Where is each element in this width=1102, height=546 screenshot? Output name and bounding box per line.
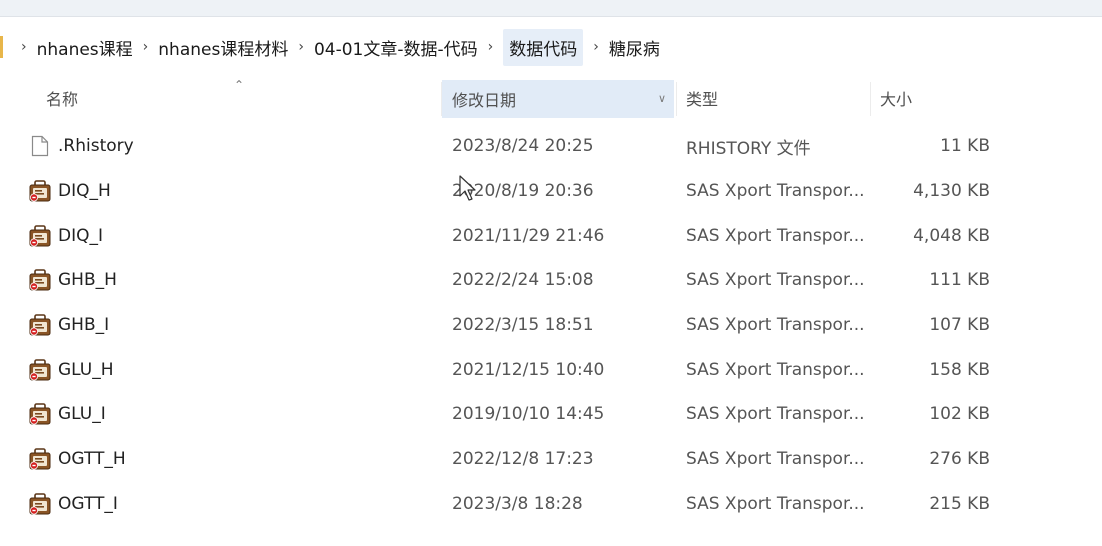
file-name[interactable]: GHB_I (58, 303, 109, 348)
file-size: 107 KB (929, 315, 990, 336)
file-row[interactable]: GLU_H 2021/12/15 10:40 SAS Xport Transpor.… (0, 347, 1102, 392)
sas-file-icon (28, 437, 52, 482)
file-name[interactable]: GLU_I (58, 392, 106, 437)
file-type: SAS Xport Transpor... (686, 449, 865, 470)
file-size: 4,130 KB (913, 181, 990, 202)
file-size: 158 KB (929, 359, 990, 380)
chevron-right-icon[interactable]: › (298, 39, 304, 55)
column-header-date[interactable]: 修改日期 ∨ (442, 80, 674, 118)
sas-file-icon (28, 303, 52, 348)
file-type: SAS Xport Transpor... (686, 315, 865, 336)
file-row[interactable]: .Rhistory 2023/8/24 20:25 RHISTORY 文件 11 KB (0, 124, 1102, 169)
file-size: 4,048 KB (913, 225, 990, 246)
file-size: 215 KB (929, 493, 990, 514)
file-modified-date: 2022/3/15 18:51 (452, 315, 594, 336)
sas-file-icon (28, 258, 52, 303)
file-name[interactable]: .Rhistory (58, 124, 134, 169)
breadcrumb-item[interactable]: 04-01文章-数据-代码 (314, 31, 478, 64)
chevron-right-icon[interactable]: › (593, 39, 599, 55)
column-divider[interactable] (870, 82, 871, 116)
column-header-type[interactable]: 类型 (686, 78, 718, 118)
file-type: SAS Xport Transpor... (686, 181, 865, 202)
file-type: SAS Xport Transpor... (686, 404, 865, 425)
file-size: 11 KB (940, 136, 990, 157)
file-name[interactable]: OGTT_H (58, 437, 126, 482)
file-row[interactable]: DIQ_I 2021/11/29 21:46 SAS Xport Transpor.… (0, 213, 1102, 258)
column-divider[interactable] (676, 82, 677, 116)
file-row[interactable]: OGTT_H 2022/12/8 17:23 SAS Xport Transpor.… (0, 437, 1102, 482)
file-row[interactable]: DIQ_H 2020/8/19 20:36 SAS Xport Transpor..… (0, 169, 1102, 214)
file-name[interactable]: GHB_H (58, 258, 117, 303)
file-size: 276 KB (929, 449, 990, 470)
file-name[interactable]: DIQ_I (58, 213, 103, 258)
sas-file-icon (28, 213, 52, 258)
file-name[interactable]: DIQ_H (58, 169, 111, 214)
chevron-right-icon[interactable]: › (143, 39, 149, 55)
file-modified-date: 2021/12/15 10:40 (452, 359, 605, 380)
sas-file-icon (28, 392, 52, 437)
chevron-right-icon[interactable]: › (488, 39, 494, 55)
sort-ascending-icon: ⌃ (234, 78, 245, 92)
file-modified-date: 2021/11/29 21:46 (452, 225, 605, 246)
file-modified-date: 2023/3/8 18:28 (452, 493, 583, 514)
file-row[interactable]: OGTT_I 2023/3/8 18:28 SAS Xport Transpor..… (0, 482, 1102, 527)
file-name[interactable]: GLU_H (58, 347, 114, 392)
column-header-row: ⌃ 名称 修改日期 ∨ 类型 大小 (0, 78, 1102, 120)
file-type: SAS Xport Transpor... (686, 359, 865, 380)
chevron-right-icon[interactable]: › (21, 39, 27, 55)
sas-file-icon (28, 482, 52, 527)
breadcrumb-item[interactable]: 数据代码 (503, 28, 584, 66)
address-bar[interactable]: › nhanes课程 › nhanes课程材料 › 04-01文章-数据-代码 … (0, 24, 1102, 70)
file-name[interactable]: OGTT_I (58, 482, 118, 527)
file-type: SAS Xport Transpor... (686, 270, 865, 291)
file-modified-date: 2022/12/8 17:23 (452, 449, 594, 470)
file-type: SAS Xport Transpor... (686, 225, 865, 246)
breadcrumb-item[interactable]: nhanes课程材料 (158, 31, 288, 64)
window-top-strip (0, 0, 1102, 17)
column-header-size[interactable]: 大小 (880, 78, 912, 118)
sas-file-icon (28, 347, 52, 392)
column-header-name[interactable]: 名称 (46, 78, 78, 118)
file-type: SAS Xport Transpor... (686, 493, 865, 514)
file-type: RHISTORY 文件 (686, 138, 811, 159)
document-icon (28, 124, 52, 169)
sas-file-icon (28, 169, 52, 214)
file-size: 111 KB (929, 270, 990, 291)
file-size: 102 KB (929, 404, 990, 425)
file-modified-date: 2022/2/24 15:08 (452, 270, 594, 291)
file-list: .Rhistory 2023/8/24 20:25 RHISTORY 文件 11 KB… (0, 124, 1102, 526)
file-row[interactable]: GHB_I 2022/3/15 18:51 SAS Xport Transpor..… (0, 303, 1102, 348)
file-modified-date: 2023/8/24 20:25 (452, 136, 594, 157)
file-row[interactable]: GLU_I 2019/10/10 14:45 SAS Xport Transpor.… (0, 392, 1102, 437)
file-modified-date: 2019/10/10 14:45 (452, 404, 605, 425)
breadcrumb-item-current[interactable]: 糖尿病 (609, 31, 660, 64)
folder-edge-icon (0, 36, 3, 58)
column-header-date-label: 修改日期 (452, 91, 517, 110)
breadcrumb-item[interactable]: nhanes课程 (37, 31, 133, 64)
mouse-cursor-icon (459, 175, 476, 201)
file-row[interactable]: GHB_H 2022/2/24 15:08 SAS Xport Transpor..… (0, 258, 1102, 303)
chevron-down-icon[interactable]: ∨ (658, 92, 666, 105)
